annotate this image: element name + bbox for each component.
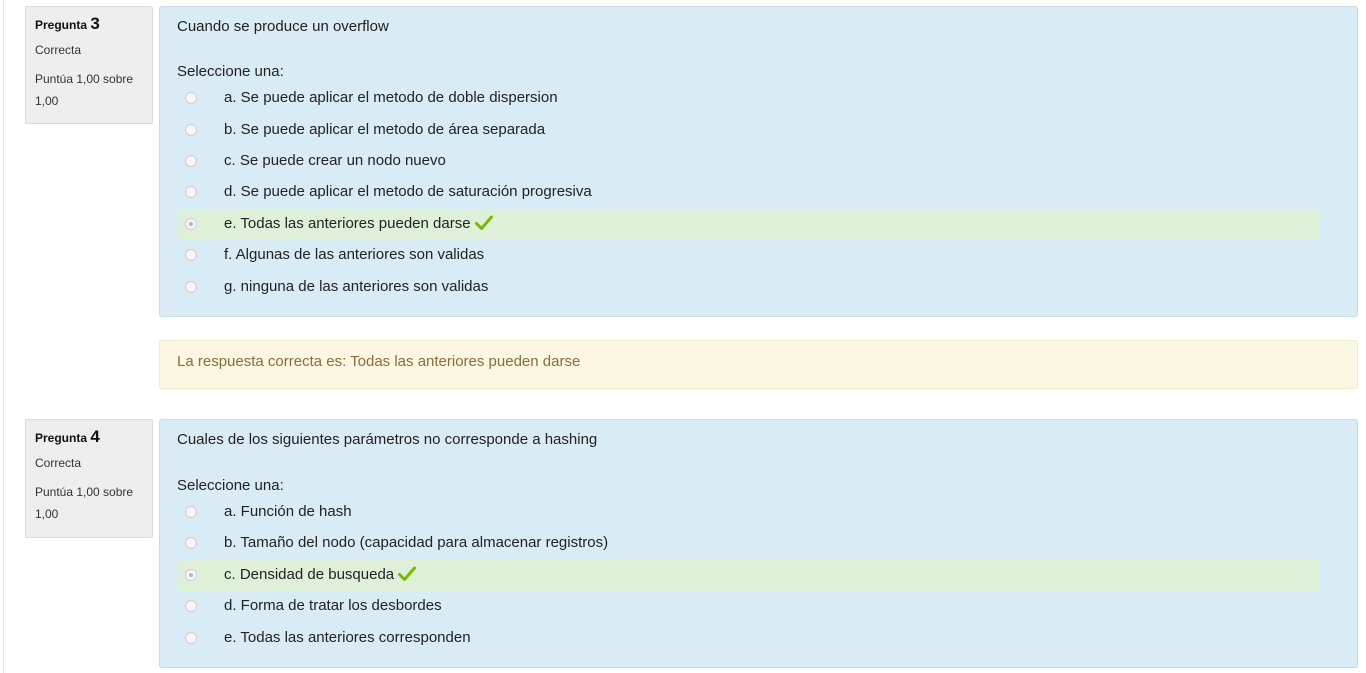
answer-label-wrap[interactable]: c. Densidad de busqueda — [224, 566, 417, 583]
answer-prompt: Seleccione una: — [177, 477, 284, 494]
answer-label[interactable]: f. Algunas de las anteriores son validas — [224, 246, 484, 263]
answer-option-e[interactable]: e. Todas las anteriores pueden darse — [177, 209, 1320, 240]
question-4-info: Pregunta 4 Correcta Puntúa 1,00 sobre 1,… — [25, 419, 153, 538]
radio-button[interactable] — [185, 632, 197, 644]
answer-option-a[interactable]: a. Función de hash — [177, 497, 1320, 528]
answer-option-c[interactable]: c. Se puede crear un nodo nuevo — [177, 146, 1320, 177]
question-grade: Puntúa 1,00 sobre 1,00 — [35, 485, 134, 521]
question-text: Cuales de los siguientes parámetros no c… — [177, 431, 598, 448]
answer-option-g[interactable]: g. ninguna de las anteriores son validas — [177, 272, 1320, 303]
radio-button[interactable] — [185, 155, 197, 167]
radio-button[interactable] — [185, 537, 197, 549]
question-number-line: Pregunta 3 — [35, 15, 143, 34]
answer-label[interactable]: e. Todas las anteriores pueden darse — [224, 215, 471, 232]
answer-label[interactable]: e. Todas las anteriores corresponden — [224, 629, 471, 646]
radio-button[interactable] — [185, 249, 197, 261]
correct-answer-feedback: La respuesta correcta es: Todas las ante… — [177, 353, 581, 370]
question-number: 4 — [90, 427, 100, 446]
question-text: Cuando se produce un overflow — [177, 18, 389, 35]
radio-button[interactable] — [185, 506, 197, 518]
page-left-border — [3, 0, 4, 673]
answer-option-c[interactable]: c. Densidad de busqueda — [177, 560, 1320, 591]
answer-label[interactable]: b. Se puede aplicar el metodo de área se… — [224, 121, 545, 138]
answer-option-f[interactable]: f. Algunas de las anteriores son validas — [177, 240, 1320, 271]
answer-option-d[interactable]: d. Forma de tratar los desbordes — [177, 591, 1320, 622]
question-number-line: Pregunta 4 — [35, 428, 143, 447]
radio-button[interactable] — [185, 600, 197, 612]
radio-button[interactable] — [185, 186, 197, 198]
question-grade: Puntúa 1,00 sobre 1,00 — [35, 72, 134, 108]
radio-button[interactable] — [185, 124, 197, 136]
check-icon — [474, 215, 493, 230]
question-label: Pregunta — [35, 431, 88, 445]
radio-button-selected[interactable] — [185, 218, 197, 230]
answer-option-d[interactable]: d. Se puede aplicar el metodo de saturac… — [177, 177, 1320, 208]
answer-label[interactable]: c. Densidad de busqueda — [224, 566, 394, 583]
answer-label[interactable]: d. Forma de tratar los desbordes — [224, 597, 442, 614]
answer-option-b[interactable]: b. Tamaño del nodo (capacidad para almac… — [177, 528, 1320, 559]
question-3-info: Pregunta 3 Correcta Puntúa 1,00 sobre 1,… — [25, 6, 153, 124]
answer-label[interactable]: d. Se puede aplicar el metodo de saturac… — [224, 183, 592, 200]
radio-button[interactable] — [185, 281, 197, 293]
answer-label-wrap[interactable]: e. Todas las anteriores pueden darse — [224, 215, 493, 232]
answer-option-e[interactable]: e. Todas las anteriores corresponden — [177, 623, 1320, 654]
check-icon — [398, 566, 417, 581]
question-3-formulation: Cuando se produce un overflow Seleccione… — [159, 6, 1358, 317]
question-state: Correcta — [35, 43, 82, 57]
question-3-feedback: La respuesta correcta es: Todas las ante… — [159, 340, 1358, 389]
answer-prompt: Seleccione una: — [177, 63, 284, 80]
answer-label[interactable]: a. Se puede aplicar el metodo de doble d… — [224, 89, 558, 106]
answer-label[interactable]: g. ninguna de las anteriores son validas — [224, 278, 488, 295]
radio-button[interactable] — [185, 92, 197, 104]
answer-label[interactable]: c. Se puede crear un nodo nuevo — [224, 152, 446, 169]
question-4-formulation: Cuales de los siguientes parámetros no c… — [159, 419, 1358, 668]
question-label: Pregunta — [35, 18, 88, 32]
answer-label[interactable]: b. Tamaño del nodo (capacidad para almac… — [224, 534, 608, 551]
question-state: Correcta — [35, 456, 82, 470]
question-number: 3 — [90, 14, 100, 33]
answer-label[interactable]: a. Función de hash — [224, 503, 352, 520]
answer-option-b[interactable]: b. Se puede aplicar el metodo de área se… — [177, 115, 1320, 146]
answer-option-a[interactable]: a. Se puede aplicar el metodo de doble d… — [177, 83, 1320, 114]
radio-button-selected[interactable] — [185, 569, 197, 581]
